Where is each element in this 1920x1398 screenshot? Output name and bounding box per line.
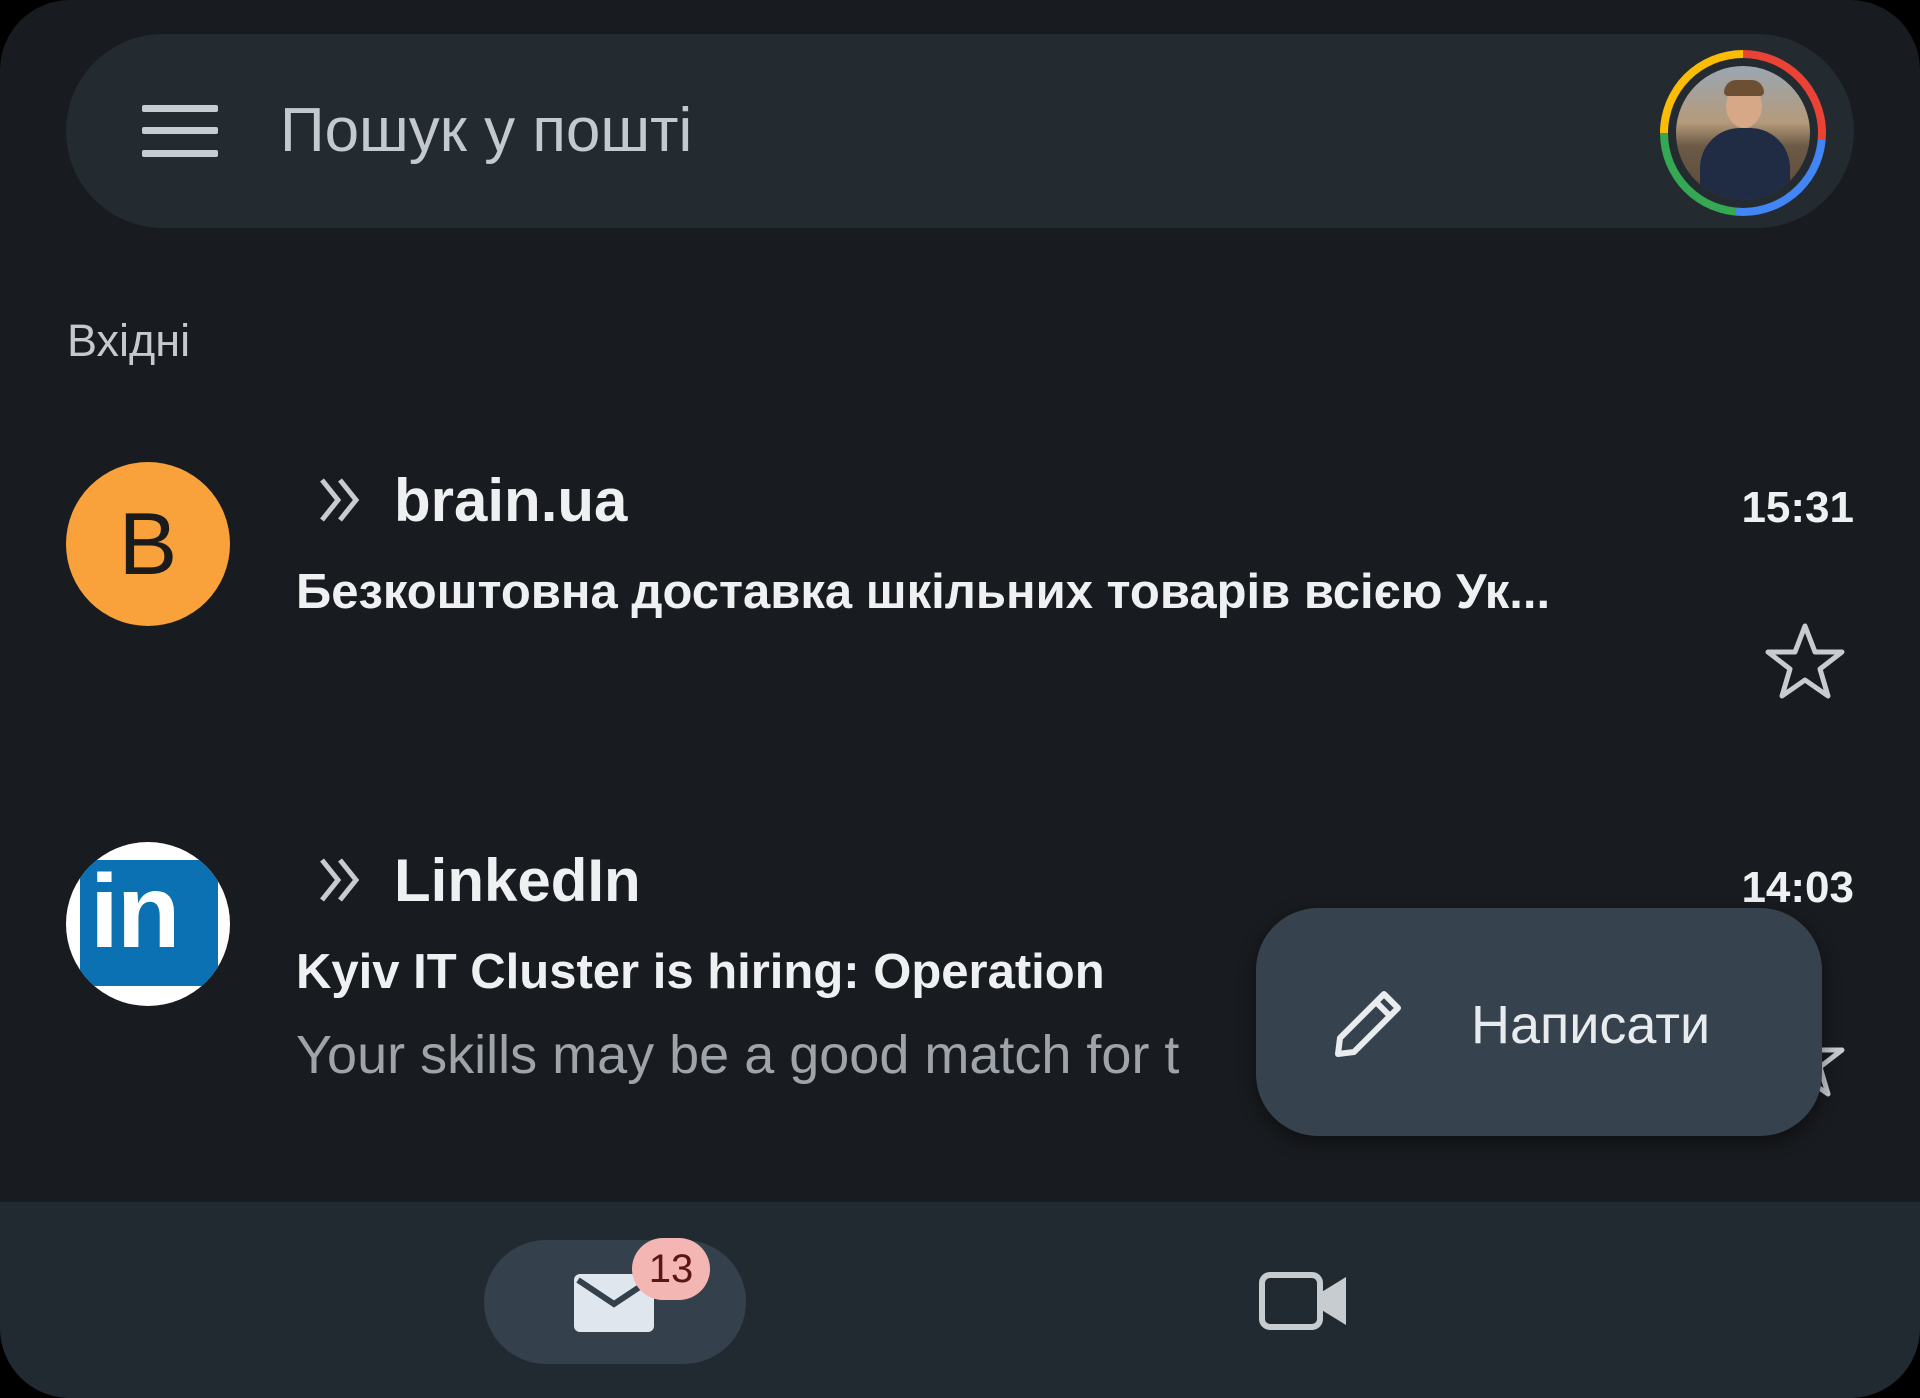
search-input[interactable]: Пошук у пошті bbox=[280, 96, 692, 166]
priority-chevrons-icon bbox=[320, 858, 360, 902]
hamburger-menu-icon[interactable] bbox=[142, 105, 218, 157]
sender-name: LinkedIn bbox=[394, 847, 641, 914]
photo-hair bbox=[1724, 80, 1764, 96]
linkedin-logo-avatar[interactable]: in bbox=[66, 842, 230, 1006]
compose-button[interactable]: Написати bbox=[1256, 908, 1822, 1136]
sender-avatar[interactable]: B bbox=[66, 462, 230, 626]
video-camera-icon[interactable] bbox=[1258, 1267, 1350, 1335]
unread-count-badge: 13 bbox=[632, 1238, 710, 1300]
mail-time: 14:03 bbox=[1741, 863, 1854, 912]
nav-mail-tab[interactable]: 13 bbox=[484, 1238, 746, 1364]
account-avatar[interactable] bbox=[1660, 50, 1826, 216]
photo-body bbox=[1700, 128, 1790, 200]
mail-subject: Kyiv IT Cluster is hiring: Operation bbox=[296, 945, 1105, 999]
pencil-icon bbox=[1335, 991, 1401, 1057]
inbox-section-label: Вхідні bbox=[67, 315, 191, 366]
star-icon[interactable] bbox=[1764, 622, 1846, 702]
mail-snippet: Your skills may be a good match for t bbox=[296, 1025, 1180, 1085]
mail-list-item[interactable]: B brain.ua 15:31 Безкоштовна доставка шк… bbox=[0, 452, 1920, 752]
sender-name: brain.ua bbox=[394, 467, 628, 534]
mail-subject: Безкоштовна доставка шкільних товарів вс… bbox=[296, 565, 1551, 619]
gmail-inbox-screen: Пошук у пошті Вхідні B brain.ua 15:31 Бе… bbox=[0, 0, 1920, 1398]
mail-time: 15:31 bbox=[1741, 483, 1854, 532]
bottom-navigation: 13 bbox=[0, 1202, 1920, 1398]
compose-label: Написати bbox=[1471, 995, 1711, 1055]
account-photo bbox=[1676, 66, 1810, 200]
linkedin-logo-text: in bbox=[90, 854, 180, 970]
priority-chevrons-icon bbox=[320, 478, 360, 522]
